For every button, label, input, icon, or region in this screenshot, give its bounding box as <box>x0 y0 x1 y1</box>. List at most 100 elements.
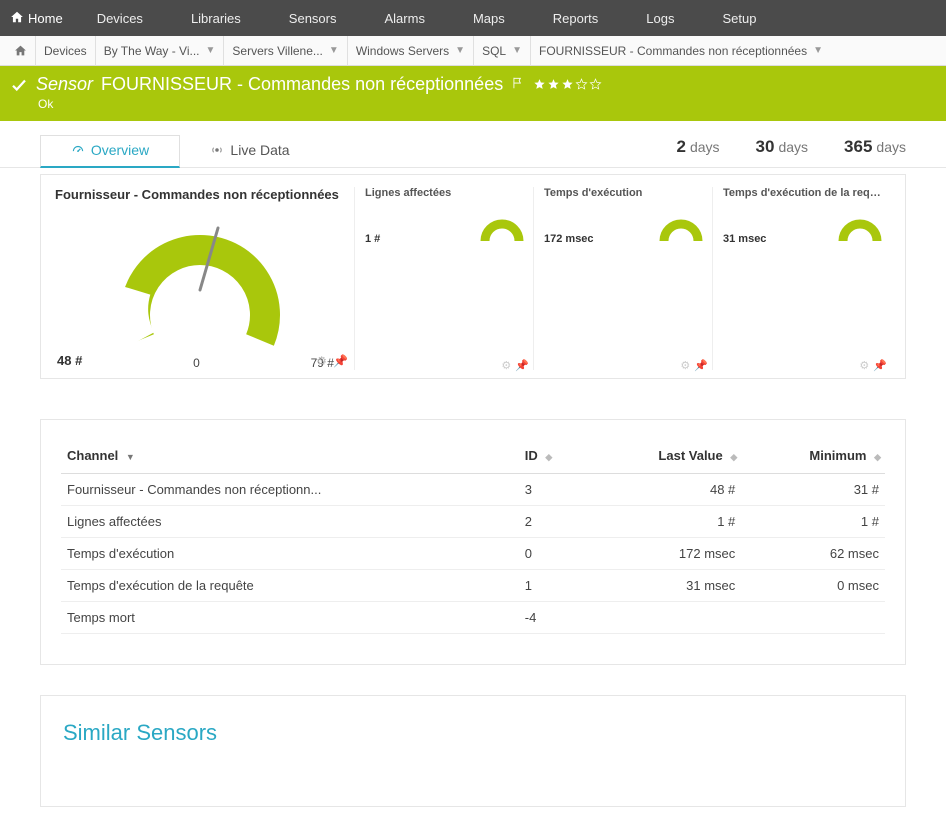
live-icon <box>210 143 224 157</box>
breadcrumb-label: FOURNISSEUR - Commandes non réceptionnée… <box>539 44 807 58</box>
home-icon <box>14 44 27 57</box>
cell-last-value: 48 # <box>585 474 741 506</box>
priority-stars[interactable] <box>533 78 602 91</box>
nav-libraries[interactable]: Libraries <box>167 0 265 36</box>
breadcrumb-sensor[interactable]: FOURNISSEUR - Commandes non réceptionnée… <box>530 36 831 66</box>
col-id[interactable]: ID ◆ <box>519 438 585 474</box>
breadcrumb-devices[interactable]: Devices <box>35 36 95 66</box>
breadcrumb-servers[interactable]: Servers Villene... ▼ <box>223 36 346 66</box>
sensor-name: FOURNISSEUR - Commandes non réceptionnée… <box>101 74 503 95</box>
table-row[interactable]: Lignes affectées21 #1 # <box>61 506 885 538</box>
gauge-value: 1 # <box>365 233 380 245</box>
cell-last-value: 1 # <box>585 506 741 538</box>
breadcrumb-sql[interactable]: SQL ▼ <box>473 36 530 66</box>
tabs: Overview Live Data 2days 30days 365days <box>0 121 946 168</box>
gauge-mini-req[interactable]: Temps d'exécution de la requ... 31 msec … <box>723 187 891 370</box>
nav-sensors[interactable]: Sensors <box>265 0 361 36</box>
col-label: Minimum <box>809 448 866 463</box>
gauge-title: Temps d'exécution de la requ... <box>723 187 883 199</box>
nav-logs[interactable]: Logs <box>622 0 698 36</box>
gauge-chart <box>110 210 290 360</box>
nav-alarms[interactable]: Alarms <box>361 0 449 36</box>
col-channel[interactable]: Channel ▼ <box>61 438 519 474</box>
cell-id: 1 <box>519 570 585 602</box>
cell-id: 3 <box>519 474 585 506</box>
nav-reports[interactable]: Reports <box>529 0 623 36</box>
range-365-days[interactable]: 365days <box>844 137 906 157</box>
gear-icon[interactable]: ⚙ <box>316 354 327 368</box>
similar-sensors-panel: Similar Sensors <box>40 695 906 807</box>
tab-live-data[interactable]: Live Data <box>180 136 320 166</box>
channels-table: Channel ▼ ID ◆ Last Value ◆ Minimum ◆ Fo… <box>40 419 906 665</box>
gauge-title: Fournisseur - Commandes non réceptionnée… <box>55 187 344 202</box>
breadcrumb-label: SQL <box>482 44 506 58</box>
gauge-title: Lignes affectées <box>365 187 525 199</box>
col-last-value[interactable]: Last Value ◆ <box>585 438 741 474</box>
cell-id: 0 <box>519 538 585 570</box>
table-row[interactable]: Temps mort-4 <box>61 602 885 634</box>
breadcrumb-label: Servers Villene... <box>232 44 323 58</box>
chevron-down-icon: ▼ <box>206 45 216 56</box>
breadcrumb-label: By The Way - Vi... <box>104 44 200 58</box>
table-row[interactable]: Temps d'exécution de la requête131 msec0… <box>61 570 885 602</box>
gauge-min: 0 <box>193 356 200 370</box>
cell-minimum <box>741 602 885 634</box>
range-num: 30 <box>756 137 775 156</box>
gauge-mini-lignes[interactable]: Lignes affectées 1 # ⚙ 📌 <box>365 187 534 370</box>
breadcrumb-home[interactable] <box>6 36 35 66</box>
status-ok-icon <box>10 76 28 94</box>
table-row[interactable]: Fournisseur - Commandes non réceptionn..… <box>61 474 885 506</box>
gauge-value: 31 msec <box>723 233 766 245</box>
range-2-days[interactable]: 2days <box>677 137 720 157</box>
table-row[interactable]: Temps d'exécution0172 msec62 msec <box>61 538 885 570</box>
cell-last-value: 31 msec <box>585 570 741 602</box>
pin-icon[interactable]: 📌 <box>515 359 529 372</box>
gear-icon[interactable]: ⚙ <box>501 359 511 372</box>
sort-icon: ◆ <box>545 452 550 462</box>
breadcrumb-label: Devices <box>44 44 87 58</box>
gauges-panel: Fournisseur - Commandes non réceptionnée… <box>40 174 906 379</box>
nav-maps[interactable]: Maps <box>449 0 529 36</box>
sort-desc-icon: ▼ <box>126 452 135 462</box>
sensor-status: Ok <box>38 97 602 111</box>
home-icon <box>10 10 24 27</box>
col-minimum[interactable]: Minimum ◆ <box>741 438 885 474</box>
cell-channel: Temps d'exécution de la requête <box>61 570 519 602</box>
chevron-down-icon: ▼ <box>512 45 522 56</box>
col-label: Channel <box>67 448 118 463</box>
range-unit: days <box>690 139 720 155</box>
sensor-prefix: Sensor <box>36 74 93 95</box>
cell-last-value: 172 msec <box>585 538 741 570</box>
breadcrumb-group[interactable]: By The Way - Vi... ▼ <box>95 36 224 66</box>
gauge-value: 48 # <box>57 353 82 368</box>
nav-setup[interactable]: Setup <box>698 0 780 36</box>
sort-icon: ◆ <box>730 452 735 462</box>
range-30-days[interactable]: 30days <box>756 137 809 157</box>
range-unit: days <box>876 139 906 155</box>
top-nav: Home Devices Libraries Sensors Alarms Ma… <box>0 0 946 36</box>
cell-minimum: 0 msec <box>741 570 885 602</box>
gear-icon[interactable]: ⚙ <box>680 359 690 372</box>
breadcrumb-label: Windows Servers <box>356 44 449 58</box>
tab-overview[interactable]: Overview <box>40 135 180 168</box>
range-unit: days <box>778 139 808 155</box>
gauge-main[interactable]: Fournisseur - Commandes non réceptionnée… <box>55 187 355 370</box>
flag-icon[interactable] <box>511 74 525 95</box>
gauge-icon <box>71 143 85 157</box>
tab-label: Overview <box>91 142 149 158</box>
pin-icon[interactable]: 📌 <box>873 359 887 372</box>
pin-icon[interactable]: 📌 <box>333 354 348 368</box>
gauge-chart <box>658 209 704 245</box>
sort-icon: ◆ <box>874 452 879 462</box>
nav-home[interactable]: Home <box>6 10 73 27</box>
range-num: 2 <box>677 137 686 156</box>
breadcrumb-windows[interactable]: Windows Servers ▼ <box>347 36 473 66</box>
gear-icon[interactable]: ⚙ <box>859 359 869 372</box>
gauge-value: 172 msec <box>544 233 594 245</box>
chevron-down-icon: ▼ <box>329 45 339 56</box>
range-num: 365 <box>844 137 872 156</box>
gauge-mini-exec[interactable]: Temps d'exécution 172 msec ⚙ 📌 <box>544 187 713 370</box>
nav-devices[interactable]: Devices <box>73 0 167 36</box>
pin-icon[interactable]: 📌 <box>694 359 708 372</box>
cell-channel: Fournisseur - Commandes non réceptionn..… <box>61 474 519 506</box>
